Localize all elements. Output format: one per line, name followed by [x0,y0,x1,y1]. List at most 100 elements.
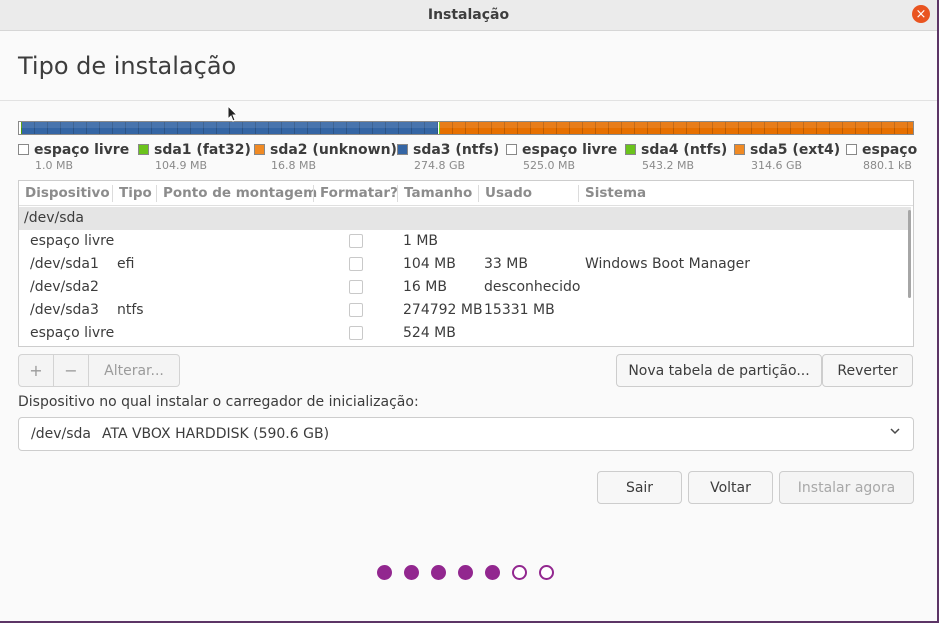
row-system: Windows Boot Manager [585,256,750,272]
legend-label: sda5 (ext4) [750,142,841,158]
close-icon[interactable]: × [912,5,930,23]
legend-swatch [734,144,745,155]
legend-item: sda2 (unknown) 16.8 MB [254,142,397,172]
row-size: 524 MB [403,325,456,341]
row-type: ntfs [117,302,144,318]
table-row[interactable]: espaço livre 524 MB [19,322,911,345]
row-device: /dev/sda1 [30,256,99,272]
legend-size: 1.0 MB [35,159,74,172]
header-device[interactable]: Dispositivo [25,185,110,201]
progress-dot [377,565,392,580]
legend-label: espaço livre [34,142,130,158]
table-row[interactable]: /dev/sda1 efi 104 MB 33 MB Windows Boot … [19,253,911,276]
remove-partition-button[interactable]: − [54,354,89,387]
legend-size: 525.0 MB [523,159,576,172]
legend-size: 314.6 GB [751,159,803,172]
header-divider [112,185,113,202]
back-button[interactable]: Voltar [688,471,773,504]
progress-dot [404,565,419,580]
install-now-button[interactable]: Instalar agora [779,471,914,504]
bootloader-device-select[interactable]: /dev/sda ATA VBOX HARDDISK (590.6 GB) [18,417,914,451]
header-format[interactable]: Formatar? [320,185,398,201]
row-size: 104 MB [403,256,456,272]
row-used: 33 MB [484,256,528,272]
title-bar: Instalação × [0,0,937,31]
header-system[interactable]: Sistema [585,185,646,201]
row-used: desconhecido [484,279,581,295]
header-divider [397,185,398,202]
legend-item: sda5 (ext4) 314.6 GB [734,142,840,172]
legend-size: 274.8 GB [414,159,466,172]
legend-swatch [18,144,29,155]
table-row[interactable]: /dev/sda3 ntfs 274792 MB 15331 MB [19,299,911,322]
installer-window: Instalação × Tipo de instalação espaço l… [0,0,939,623]
row-type: efi [117,256,135,272]
legend-size: 16.8 MB [271,159,317,172]
quit-button[interactable]: Sair [597,471,682,504]
row-device: /dev/sda3 [30,302,99,318]
format-checkbox[interactable] [349,280,363,294]
table-row-group[interactable]: /dev/sda [19,207,911,230]
legend-label: espaço [862,142,918,158]
header-divider [578,185,579,202]
header-divider [0,100,937,101]
progress-dot [512,565,527,580]
progress-dot [431,565,446,580]
row-device: /dev/sda2 [30,279,99,295]
legend-label: sda1 (fat32) [154,142,251,158]
partition-action-buttons: + − Alterar... [18,354,180,387]
add-partition-button[interactable]: + [18,354,54,387]
format-checkbox[interactable] [349,257,363,271]
partition-table: Dispositivo Tipo Ponto de montagem Forma… [18,180,914,347]
legend-item: espaço 880.1 kB [846,142,917,172]
progress-dot [485,565,500,580]
row-device: espaço livre [30,233,115,249]
window-title: Instalação [427,7,510,23]
progress-dot [458,565,473,580]
table-header: Dispositivo Tipo Ponto de montagem Forma… [19,181,913,206]
partition-legend: espaço livre 1.0 MB sda1 (fat32) 104.9 MB sd… [18,142,917,174]
header-divider [156,185,157,202]
legend-label: sda3 (ntfs) [413,142,500,158]
legend-size: 104.9 MB [155,159,208,172]
header-used[interactable]: Usado [485,185,532,201]
legend-size: 543.2 MB [642,159,695,172]
header-type[interactable]: Tipo [119,185,152,201]
change-partition-button[interactable]: Alterar... [89,354,180,387]
partition-bar [18,121,914,135]
bootloader-device: /dev/sda [31,426,91,442]
group-device: /dev/sda [24,210,84,226]
row-size: 16 MB [403,279,447,295]
legend-item: espaço livre 1.0 MB [18,142,129,172]
legend-item: sda3 (ntfs) 274.8 GB [397,142,499,172]
format-checkbox[interactable] [349,326,363,340]
new-partition-table-button[interactable]: Nova tabela de partição... [616,354,822,387]
header-divider [313,185,314,202]
partition-segment [22,122,439,134]
table-row[interactable]: espaço livre 1 MB [19,230,911,253]
table-row[interactable]: /dev/sda2 16 MB desconhecido [19,276,911,299]
progress-dot [539,565,554,580]
bootloader-description: ATA VBOX HARDDISK (590.6 GB) [102,426,330,442]
progress-indicator [377,565,554,580]
format-checkbox[interactable] [349,234,363,248]
row-size: 274792 MB [403,302,483,318]
legend-swatch [625,144,636,155]
row-used: 15331 MB [484,302,555,318]
revert-button[interactable]: Reverter [822,354,913,387]
legend-item: espaço livre 525.0 MB [506,142,617,172]
header-mount[interactable]: Ponto de montagem [163,185,317,201]
bootloader-label: Dispositivo no qual instalar o carregado… [18,394,419,410]
legend-size: 880.1 kB [863,159,912,172]
format-checkbox[interactable] [349,303,363,317]
legend-swatch [254,144,265,155]
legend-swatch [138,144,149,155]
table-scrollbar[interactable] [908,210,911,298]
row-size: 1 MB [403,233,439,249]
legend-swatch [846,144,857,155]
row-device: espaço livre [30,325,115,341]
header-size[interactable]: Tamanho [404,185,472,201]
legend-label: espaço livre [522,142,618,158]
legend-item: sda1 (fat32) 104.9 MB [138,142,251,172]
page-title: Tipo de instalação [18,52,237,80]
